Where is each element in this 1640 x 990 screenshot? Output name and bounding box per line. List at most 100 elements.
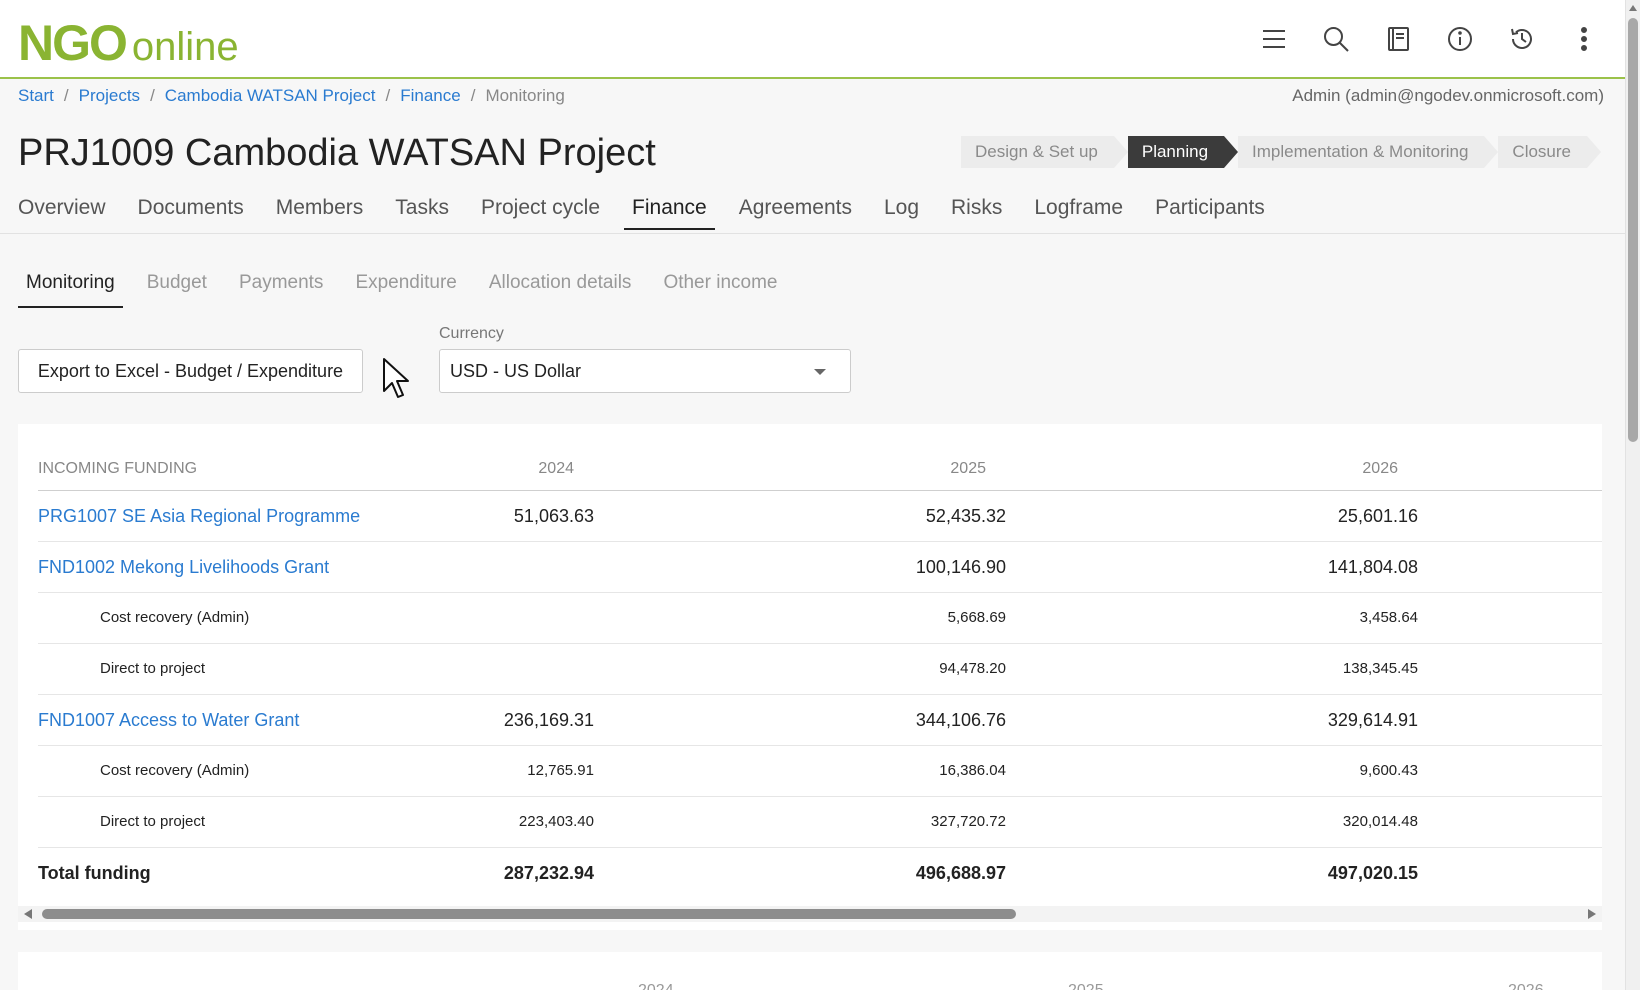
ngo-online-logo[interactable]: NGO online: [18, 14, 239, 72]
search-icon[interactable]: [1305, 20, 1367, 58]
cell-value: 100,146.90: [915, 557, 1006, 577]
stage-design-setup[interactable]: Design & Set up: [961, 136, 1128, 168]
table-row: Direct to project 223,403.40 327,720.72 …: [38, 797, 1602, 848]
tab-finance[interactable]: Finance: [624, 196, 715, 230]
incoming-funding-table: INCOMING FUNDING 2024 2025 2026 PRG1007 …: [18, 424, 1602, 930]
info-icon[interactable]: [1429, 20, 1491, 58]
finance-subtabs: Monitoring Budget Payments Expenditure A…: [18, 266, 801, 308]
cell-value: 52,435.32: [925, 506, 1006, 526]
table-header-label: INCOMING FUNDING: [38, 460, 198, 477]
currency-select[interactable]: USD - US Dollar: [439, 349, 851, 393]
cell-value: 329,614.91: [1327, 710, 1418, 730]
funding-link[interactable]: FND1007 Access to Water Grant: [38, 695, 299, 745]
table-row: Cost recovery (Admin) 5,668.69 3,458.64: [38, 593, 1602, 644]
total-value: 497,020.15: [1327, 863, 1418, 883]
table-row: Cost recovery (Admin) 12,765.91 16,386.0…: [38, 746, 1602, 797]
horizontal-scrollbar[interactable]: [18, 906, 1602, 922]
tab-logframe[interactable]: Logframe: [1026, 196, 1131, 230]
history-icon[interactable]: [1491, 20, 1553, 58]
column-header-year: 2025: [950, 460, 986, 477]
currency-label: Currency: [439, 325, 504, 342]
cell-value: 12,765.91: [527, 762, 594, 779]
vertical-scrollbar[interactable]: [1625, 0, 1640, 990]
column-header-year: 2026: [1508, 982, 1544, 990]
mouse-cursor-icon: [383, 358, 409, 398]
tab-members[interactable]: Members: [268, 196, 372, 230]
more-vertical-icon[interactable]: [1553, 20, 1615, 58]
cell-value: 16,386.04: [939, 762, 1006, 779]
cell-value: 9,600.43: [1359, 762, 1418, 779]
chevron-down-icon: [814, 369, 826, 375]
funding-link[interactable]: FND1002 Mekong Livelihoods Grant: [38, 542, 329, 592]
cell-value: 223,403.40: [518, 813, 594, 830]
funding-link[interactable]: PRG1007 SE Asia Regional Programme: [38, 491, 360, 541]
subtab-other-income[interactable]: Other income: [655, 266, 785, 308]
top-bar: NGO online: [0, 0, 1625, 79]
breadcrumb-start[interactable]: Start: [18, 86, 54, 106]
cell-value: 5,668.69: [947, 609, 1006, 626]
total-label: Total funding: [38, 863, 151, 883]
scrollbar-thumb[interactable]: [42, 909, 1016, 919]
column-header-year: 2026: [1362, 460, 1398, 477]
column-header-year: 2024: [538, 460, 574, 477]
cell-value: [394, 542, 594, 592]
row-label: Cost recovery (Admin): [100, 609, 250, 626]
project-tabs: Overview Documents Members Tasks Project…: [18, 196, 1289, 230]
cell-value: 236,169.31: [503, 710, 594, 730]
scroll-left-icon[interactable]: [24, 909, 32, 919]
subtab-budget[interactable]: Budget: [139, 266, 215, 308]
tab-tasks[interactable]: Tasks: [387, 196, 457, 230]
column-header-year: 2024: [638, 982, 674, 990]
subtab-payments[interactable]: Payments: [231, 266, 331, 308]
total-row: Total funding 287,232.94 496,688.97 497,…: [38, 848, 1602, 899]
total-value: 496,688.97: [915, 863, 1006, 883]
row-label: Direct to project: [100, 660, 206, 677]
cell-value: 320,014.48: [1342, 813, 1418, 830]
cell-value: 94,478.20: [939, 660, 1006, 677]
column-header-year: 2025: [1068, 982, 1104, 990]
breadcrumb-project[interactable]: Cambodia WATSAN Project: [165, 86, 376, 106]
tab-documents[interactable]: Documents: [130, 196, 252, 230]
second-table-card: 2024 2025 2026: [18, 952, 1602, 990]
breadcrumb: Start / Projects / Cambodia WATSAN Proje…: [18, 86, 565, 106]
cell-value: 327,720.72: [930, 813, 1006, 830]
scrollbar-thumb[interactable]: [1628, 18, 1638, 442]
breadcrumb-separator: /: [470, 86, 476, 105]
cell-value: [394, 593, 594, 643]
cell-value: 344,106.76: [915, 710, 1006, 730]
stage-implementation-monitoring[interactable]: Implementation & Monitoring: [1238, 136, 1499, 168]
cell-value: 3,458.64: [1359, 609, 1418, 626]
export-excel-button[interactable]: Export to Excel - Budget / Expenditure: [18, 349, 363, 393]
subtab-monitoring[interactable]: Monitoring: [18, 266, 123, 308]
table-row: FND1002 Mekong Livelihoods Grant 100,146…: [38, 542, 1602, 593]
tab-agreements[interactable]: Agreements: [731, 196, 860, 230]
breadcrumb-finance[interactable]: Finance: [400, 86, 460, 106]
scroll-right-icon[interactable]: [1588, 909, 1596, 919]
logo-online-text: online: [131, 25, 239, 69]
stage-planning[interactable]: Planning: [1127, 136, 1239, 168]
current-user[interactable]: Admin (admin@ngodev.onmicrosoft.com): [1292, 86, 1604, 106]
table-row: Direct to project 94,478.20 138,345.45: [38, 644, 1602, 695]
breadcrumb-separator: /: [63, 86, 69, 105]
breadcrumb-projects[interactable]: Projects: [79, 86, 140, 106]
currency-value: USD - US Dollar: [450, 360, 582, 381]
tab-participants[interactable]: Participants: [1147, 196, 1273, 230]
subtab-expenditure[interactable]: Expenditure: [347, 266, 464, 308]
tab-log[interactable]: Log: [876, 196, 927, 230]
breadcrumb-current: Monitoring: [485, 86, 565, 105]
table-row: FND1007 Access to Water Grant 236,169.31…: [38, 695, 1602, 746]
project-stages: Design & Set up Planning Implementation …: [961, 136, 1601, 168]
subtab-allocation-details[interactable]: Allocation details: [481, 266, 640, 308]
tab-risks[interactable]: Risks: [943, 196, 1010, 230]
book-icon[interactable]: [1367, 20, 1429, 58]
tab-overview[interactable]: Overview: [18, 196, 114, 230]
cell-value: 141,804.08: [1327, 557, 1418, 577]
tab-project-cycle[interactable]: Project cycle: [473, 196, 608, 230]
cell-value: 138,345.45: [1342, 660, 1418, 677]
breadcrumb-separator: /: [150, 86, 155, 105]
stage-closure[interactable]: Closure: [1498, 136, 1601, 168]
logo-ngo-text: NGO: [18, 15, 128, 71]
menu-icon[interactable]: [1243, 20, 1305, 58]
scroll-up-icon[interactable]: [1629, 5, 1637, 11]
total-value: 287,232.94: [503, 863, 594, 883]
